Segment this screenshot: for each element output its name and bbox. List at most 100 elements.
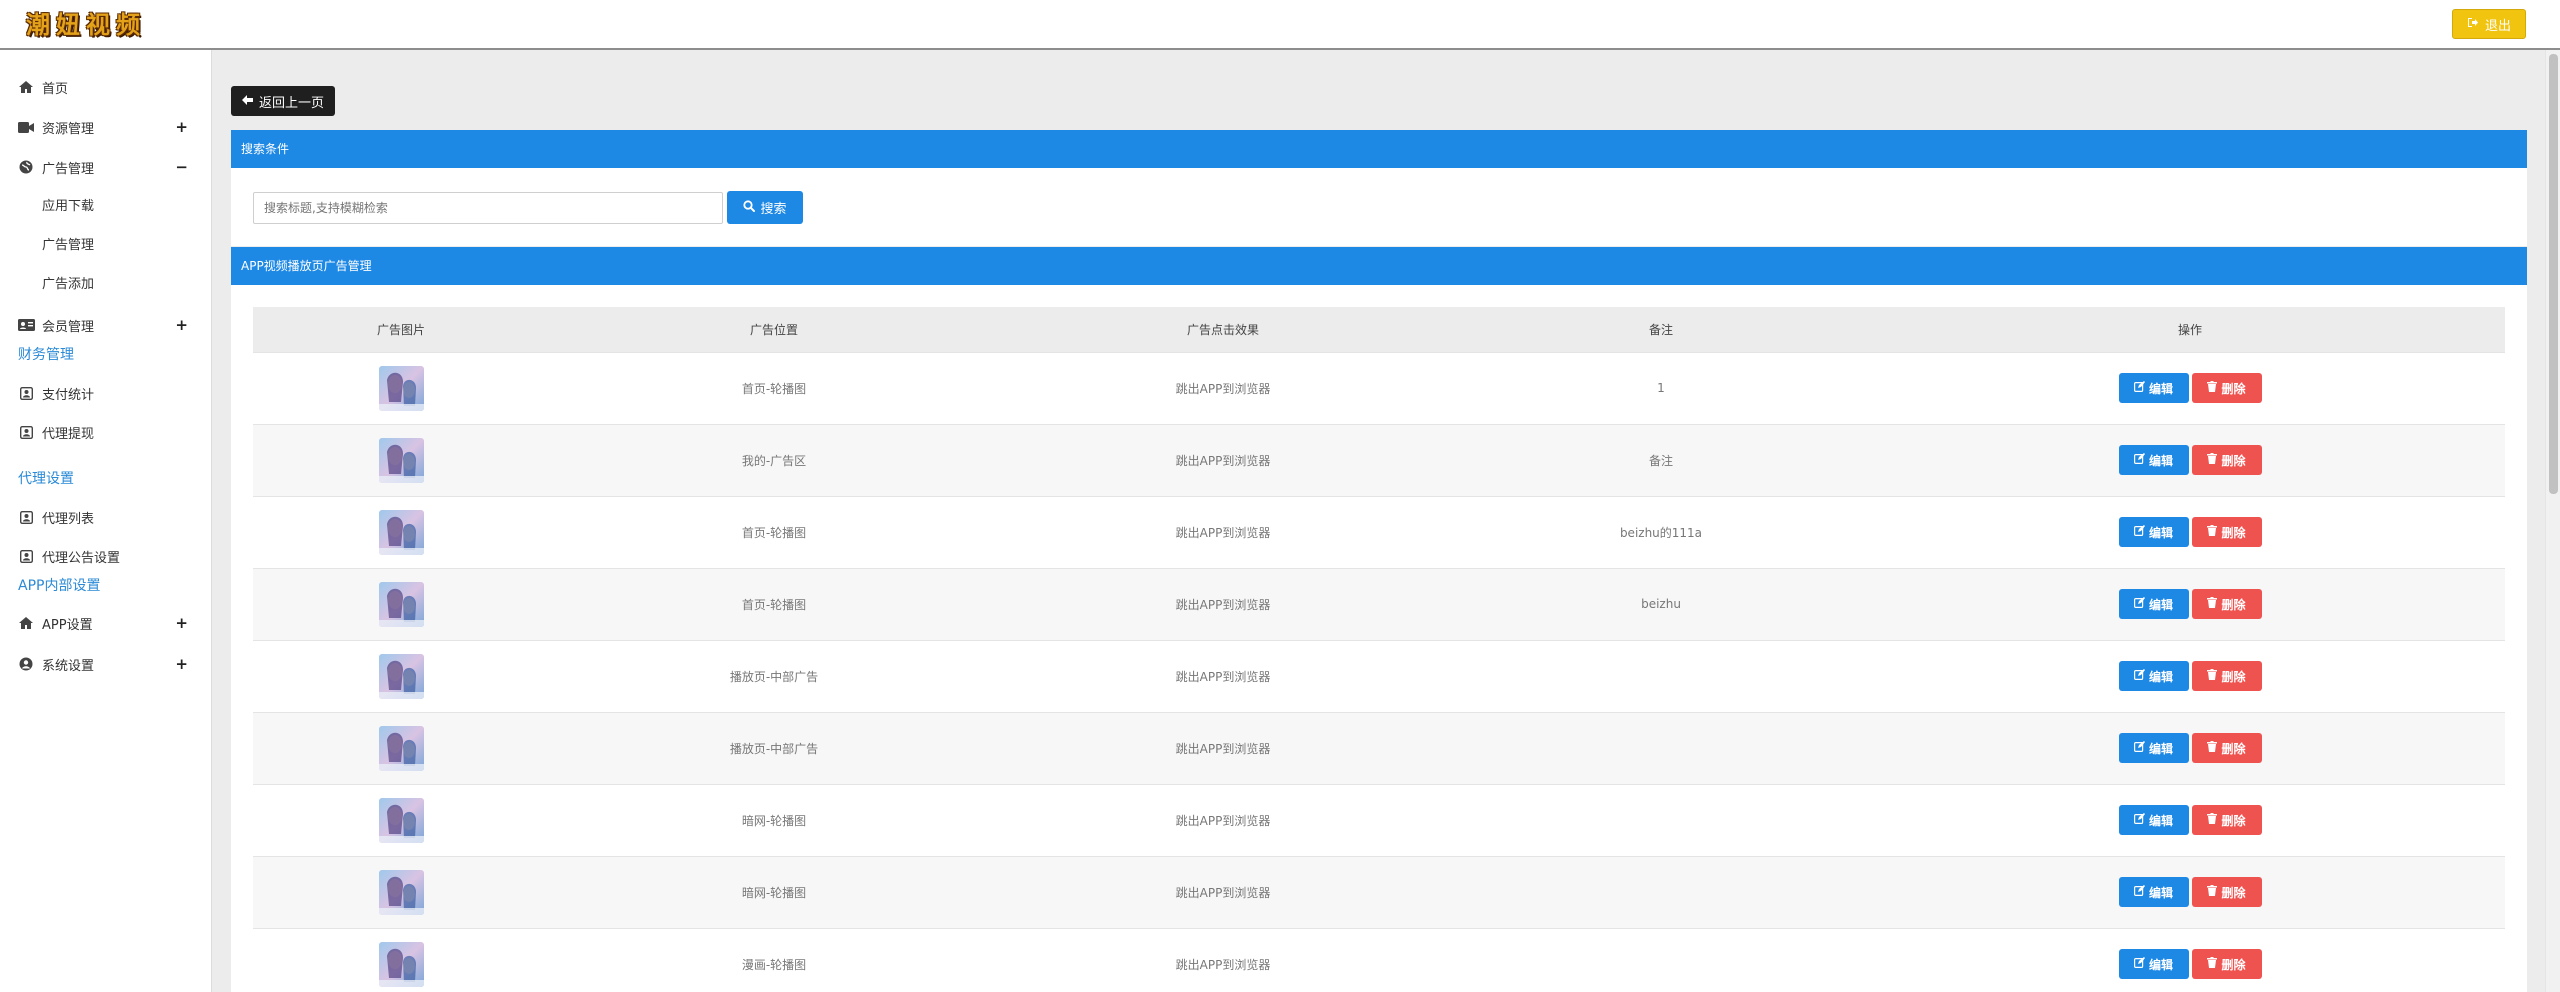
sidebar-subitem-app-download[interactable]: 应用下载 — [42, 195, 94, 219]
actions-cell: 编辑 删除 — [1875, 423, 2505, 496]
delete-button[interactable]: 删除 — [2191, 517, 2262, 547]
trash-icon — [2207, 381, 2218, 395]
search-icon — [743, 199, 756, 216]
ad-remark-cell — [1447, 639, 1875, 712]
top-header: 潮 妞 视 频 退出 — [0, 0, 2560, 50]
ad-thumbnail[interactable] — [378, 365, 424, 411]
delete-button[interactable]: 删除 — [2191, 661, 2262, 691]
sidebar-item-agent-list[interactable]: 代理列表 — [0, 502, 212, 532]
video-icon — [16, 121, 36, 133]
ad-thumbnail[interactable] — [378, 653, 424, 699]
ad-effect-cell: 跳出APP到浏览器 — [999, 639, 1447, 712]
sidebar-item-pay-stats[interactable]: 支付统计 — [0, 378, 212, 408]
list-panel-header: APP视频播放页广告管理 — [231, 247, 2527, 285]
ad-thumbnail[interactable] — [378, 797, 424, 843]
ad-remark-cell — [1447, 855, 1875, 928]
delete-button[interactable]: 删除 — [2191, 373, 2262, 403]
edit-button[interactable]: 编辑 — [2118, 949, 2189, 980]
actions-cell: 编辑 删除 — [1875, 927, 2505, 992]
logo-char: 视 — [86, 10, 110, 39]
edit-icon — [2133, 525, 2145, 539]
expand-icon[interactable]: + — [175, 118, 188, 136]
home-icon — [16, 617, 36, 629]
page-scrollbar[interactable] — [2545, 50, 2560, 992]
edit-label: 编辑 — [2148, 381, 2173, 396]
edit-button[interactable]: 编辑 — [2118, 589, 2189, 619]
sidebar-item-system-settings[interactable]: 系统设置 + — [0, 649, 212, 679]
sidebar-item-app-settings[interactable]: APP设置 + — [0, 608, 212, 638]
search-input[interactable] — [253, 192, 723, 224]
expand-icon[interactable]: + — [175, 614, 188, 632]
expand-icon[interactable]: + — [175, 316, 188, 334]
sidebar-item-agent-withdraw[interactable]: 代理提现 — [0, 417, 212, 447]
trash-icon — [2207, 525, 2218, 539]
user-square-icon — [16, 425, 36, 439]
logout-label: 退出 — [2484, 18, 2511, 34]
logout-button[interactable]: 退出 — [2452, 9, 2526, 39]
edit-button[interactable]: 编辑 — [2118, 805, 2189, 835]
sidebar-item-resource[interactable]: 资源管理 + — [0, 112, 212, 142]
edit-button[interactable]: 编辑 — [2118, 517, 2189, 547]
ad-position-cell: 首页-轮播图 — [549, 567, 999, 640]
sidebar-item-ads[interactable]: 广告管理 − — [0, 152, 212, 182]
edit-label: 编辑 — [2148, 597, 2173, 612]
section-app-internal: APP内部设置 — [18, 578, 101, 594]
site-logo[interactable]: 潮 妞 视 频 — [26, 11, 140, 41]
ad-position-cell: 我的-广告区 — [549, 423, 999, 496]
section-agent: 代理设置 — [18, 471, 74, 487]
edit-button[interactable]: 编辑 — [2118, 661, 2189, 691]
search-button[interactable]: 搜索 — [727, 191, 803, 224]
edit-label: 编辑 — [2148, 525, 2173, 540]
actions-cell: 编辑 删除 — [1875, 351, 2505, 424]
delete-label: 删除 — [2221, 813, 2246, 828]
edit-icon — [2133, 885, 2145, 899]
edit-icon — [2133, 381, 2145, 395]
ad-thumbnail[interactable] — [378, 509, 424, 555]
logo-char: 潮 — [26, 10, 50, 39]
ad-thumbnail[interactable] — [378, 437, 424, 483]
ad-image-cell — [253, 711, 549, 784]
edit-button[interactable]: 编辑 — [2118, 877, 2189, 907]
expand-icon[interactable]: + — [175, 655, 188, 673]
delete-button[interactable]: 删除 — [2191, 589, 2262, 619]
ad-effect-cell: 跳出APP到浏览器 — [999, 783, 1447, 856]
back-button[interactable]: 返回上一页 — [231, 86, 335, 116]
edit-label: 编辑 — [2148, 957, 2173, 972]
sidebar-subitem-ad-add[interactable]: 广告添加 — [42, 273, 94, 297]
trash-icon — [2207, 453, 2218, 467]
collapse-icon[interactable]: − — [175, 158, 188, 176]
edit-button[interactable]: 编辑 — [2118, 373, 2189, 403]
ad-position-cell: 首页-轮播图 — [549, 495, 999, 568]
actions-cell: 编辑 删除 — [1875, 855, 2505, 928]
ad-position-cell: 暗网-轮播图 — [549, 855, 999, 928]
edit-button[interactable]: 编辑 — [2118, 445, 2189, 475]
trash-icon — [2207, 813, 2218, 827]
ad-effect-cell: 跳出APP到浏览器 — [999, 927, 1447, 992]
ad-effect-cell: 跳出APP到浏览器 — [999, 567, 1447, 640]
sidebar-subitem-ad-manage[interactable]: 广告管理 — [42, 234, 94, 258]
ad-remark-cell: beizhu — [1447, 567, 1875, 640]
ad-image-cell — [253, 855, 549, 928]
edit-button[interactable]: 编辑 — [2118, 733, 2189, 763]
delete-button[interactable]: 删除 — [2191, 877, 2262, 907]
table-row: 我的-广告区 跳出APP到浏览器 备注 编辑 删除 — [253, 423, 2505, 496]
ad-thumbnail[interactable] — [378, 941, 424, 987]
sidebar-item-agent-notice[interactable]: 代理公告设置 — [0, 541, 212, 571]
ad-thumbnail[interactable] — [378, 869, 424, 915]
trash-icon — [2207, 741, 2218, 755]
ad-thumbnail[interactable] — [378, 581, 424, 627]
sidebar-item-member[interactable]: 会员管理 + — [0, 310, 212, 340]
sidebar-item-label: 代理提现 — [42, 426, 95, 442]
delete-button[interactable]: 删除 — [2191, 805, 2262, 835]
ad-thumbnail[interactable] — [378, 725, 424, 771]
user-square-icon — [16, 510, 36, 524]
delete-label: 删除 — [2221, 741, 2246, 756]
delete-button[interactable]: 删除 — [2191, 733, 2262, 763]
sidebar-item-home[interactable]: 首页 — [0, 72, 212, 102]
logo-char: 频 — [116, 10, 140, 39]
table-row: 首页-轮播图 跳出APP到浏览器 1 编辑 删除 — [253, 351, 2505, 424]
delete-label: 删除 — [2221, 669, 2246, 684]
scrollbar-thumb[interactable] — [2549, 54, 2558, 494]
delete-button[interactable]: 删除 — [2191, 445, 2262, 475]
delete-button[interactable]: 删除 — [2191, 949, 2262, 980]
